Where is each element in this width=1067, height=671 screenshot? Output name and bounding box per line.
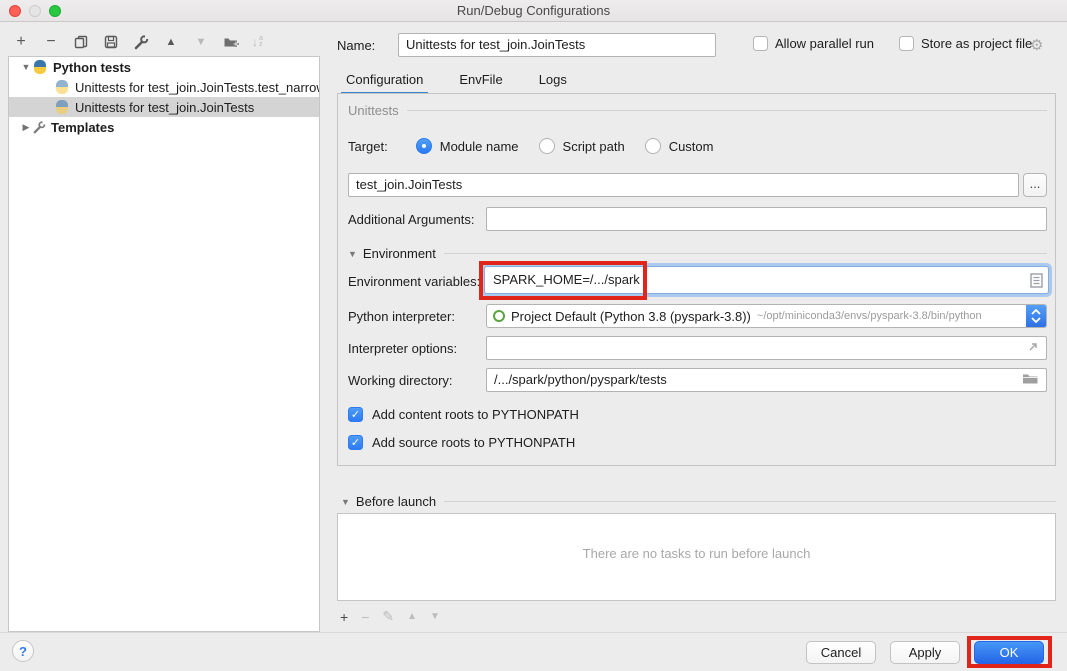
- before-launch-empty-text: There are no tasks to run before launch: [338, 546, 1055, 561]
- module-name-input[interactable]: test_join.JoinTests: [348, 173, 1019, 197]
- radio-module-name-label[interactable]: Module name: [440, 139, 519, 154]
- store-as-project-file-checkbox[interactable]: Store as project file: [899, 36, 1032, 51]
- unittests-group-label: Unittests: [348, 103, 399, 118]
- checkbox-checked[interactable]: ✓: [348, 407, 363, 422]
- tab-envfile[interactable]: EnvFile: [454, 68, 507, 95]
- tree-item-label: Unittests for test_join.JoinTests.test_n…: [75, 80, 319, 95]
- help-button[interactable]: ?: [12, 640, 34, 662]
- environment-variables-label: Environment variables:: [348, 274, 480, 289]
- add-content-roots-label: Add content roots to PYTHONPATH: [372, 407, 579, 422]
- add-source-roots-checkbox[interactable]: ✓ Add source roots to PYTHONPATH: [348, 435, 575, 450]
- copy-configuration-icon[interactable]: [72, 33, 90, 51]
- new-folder-icon[interactable]: [222, 33, 240, 51]
- environment-group-label: Environment: [363, 246, 436, 261]
- interpreter-dropdown-stepper[interactable]: [1026, 304, 1046, 328]
- tree-item-templates[interactable]: ▶ Templates: [9, 117, 319, 137]
- store-options-gear-icon[interactable]: ⚙: [1030, 36, 1043, 54]
- python-test-icon: [55, 100, 70, 115]
- working-directory-input[interactable]: /.../spark/python/pyspark/tests: [486, 368, 1047, 392]
- move-up-icon[interactable]: ▲: [162, 33, 180, 51]
- title-bar: Run/Debug Configurations: [0, 0, 1067, 22]
- configuration-tab-panel: Unittests Target: Module name Script pat…: [337, 93, 1056, 466]
- radio-custom[interactable]: [645, 138, 661, 154]
- window-title: Run/Debug Configurations: [0, 3, 1067, 18]
- add-content-roots-checkbox[interactable]: ✓ Add content roots to PYTHONPATH: [348, 407, 579, 422]
- expand-field-icon[interactable]: [1026, 340, 1040, 354]
- name-input[interactable]: Unittests for test_join.JoinTests: [398, 33, 716, 57]
- checkbox-checked[interactable]: ✓: [348, 435, 363, 450]
- before-launch-task-list[interactable]: There are no tasks to run before launch: [337, 513, 1056, 601]
- folder-browse-icon[interactable]: [1022, 372, 1038, 385]
- configurations-toolbar: + − ▲ ▼ ↓ az: [12, 31, 263, 53]
- checkbox-unchecked[interactable]: [899, 36, 914, 51]
- python-tests-icon: [33, 60, 48, 75]
- target-row: Target: Module name Script path Custom: [348, 138, 725, 154]
- tab-logs[interactable]: Logs: [534, 68, 572, 95]
- radio-script-path[interactable]: [539, 138, 555, 154]
- move-task-down-icon[interactable]: ▼: [430, 611, 440, 622]
- add-configuration-icon[interactable]: +: [12, 33, 30, 51]
- name-label: Name:: [337, 38, 375, 53]
- additional-arguments-label: Additional Arguments:: [348, 212, 474, 227]
- interpreter-env-icon: [493, 310, 505, 322]
- additional-arguments-input[interactable]: [486, 207, 1047, 231]
- move-task-up-icon[interactable]: ▲: [407, 611, 417, 622]
- tree-item-label: Python tests: [53, 60, 131, 75]
- configurations-tree: ▼ Python tests Unittests for test_join.J…: [8, 56, 320, 632]
- move-down-icon[interactable]: ▼: [192, 33, 210, 51]
- tree-item-label: Unittests for test_join.JoinTests: [75, 100, 254, 115]
- tree-item-label: Templates: [51, 120, 114, 135]
- edit-templates-icon[interactable]: [132, 33, 150, 51]
- save-configuration-icon[interactable]: [102, 33, 120, 51]
- templates-wrench-icon: [33, 121, 46, 134]
- add-task-icon[interactable]: +: [340, 609, 348, 625]
- apply-button[interactable]: Apply: [890, 641, 960, 664]
- python-test-icon: [55, 80, 70, 95]
- collapse-arrow-icon[interactable]: ▼: [341, 497, 350, 507]
- collapse-arrow-icon[interactable]: ▼: [348, 249, 357, 259]
- config-tabs: Configuration EnvFile Logs: [341, 68, 572, 95]
- interpreter-options-input[interactable]: [486, 336, 1047, 360]
- sort-alphabetically-icon[interactable]: ↓ az: [252, 35, 263, 49]
- interpreter-value: Project Default (Python 3.8 (pyspark-3.8…: [511, 309, 751, 324]
- target-label: Target:: [348, 139, 388, 154]
- radio-module-name[interactable]: [416, 138, 432, 154]
- tree-item-unittests-jointests[interactable]: Unittests for test_join.JoinTests: [9, 97, 319, 117]
- environment-group-header[interactable]: ▼ Environment: [348, 246, 1047, 261]
- before-launch-toolbar: + − ✎ ▲ ▼: [340, 608, 440, 625]
- remove-configuration-icon[interactable]: −: [42, 33, 60, 51]
- tab-configuration[interactable]: Configuration: [341, 68, 428, 95]
- before-launch-label: Before launch: [356, 494, 436, 509]
- before-launch-header[interactable]: ▼ Before launch: [341, 494, 1056, 509]
- allow-parallel-run-checkbox[interactable]: Allow parallel run: [753, 36, 874, 51]
- working-directory-label: Working directory:: [348, 373, 453, 388]
- python-interpreter-select[interactable]: Project Default (Python 3.8 (pyspark-3.8…: [486, 304, 1047, 328]
- interpreter-options-label: Interpreter options:: [348, 341, 457, 356]
- radio-custom-label[interactable]: Custom: [669, 139, 714, 154]
- unittests-group-header: Unittests: [348, 103, 1047, 118]
- browse-module-button[interactable]: ...: [1023, 173, 1047, 197]
- cancel-button[interactable]: Cancel: [806, 641, 876, 664]
- chevron-right-icon[interactable]: ▶: [19, 122, 33, 133]
- annotation-env-variables-highlight: [479, 261, 647, 300]
- remove-task-icon[interactable]: −: [361, 609, 369, 625]
- python-interpreter-label: Python interpreter:: [348, 309, 455, 324]
- radio-script-path-label[interactable]: Script path: [563, 139, 625, 154]
- footer-divider: [0, 632, 1067, 633]
- browse-variables-icon[interactable]: [1030, 273, 1043, 288]
- tree-item-unittests-test-narrow[interactable]: Unittests for test_join.JoinTests.test_n…: [9, 77, 319, 97]
- checkbox-unchecked[interactable]: [753, 36, 768, 51]
- annotation-ok-button-highlight: [967, 636, 1052, 668]
- interpreter-path: ~/opt/miniconda3/envs/pyspark-3.8/bin/py…: [757, 310, 982, 322]
- tree-item-python-tests[interactable]: ▼ Python tests: [9, 57, 319, 77]
- edit-task-icon[interactable]: ✎: [382, 608, 394, 625]
- allow-parallel-run-label: Allow parallel run: [775, 36, 874, 51]
- add-source-roots-label: Add source roots to PYTHONPATH: [372, 435, 575, 450]
- store-as-project-file-label: Store as project file: [921, 36, 1032, 51]
